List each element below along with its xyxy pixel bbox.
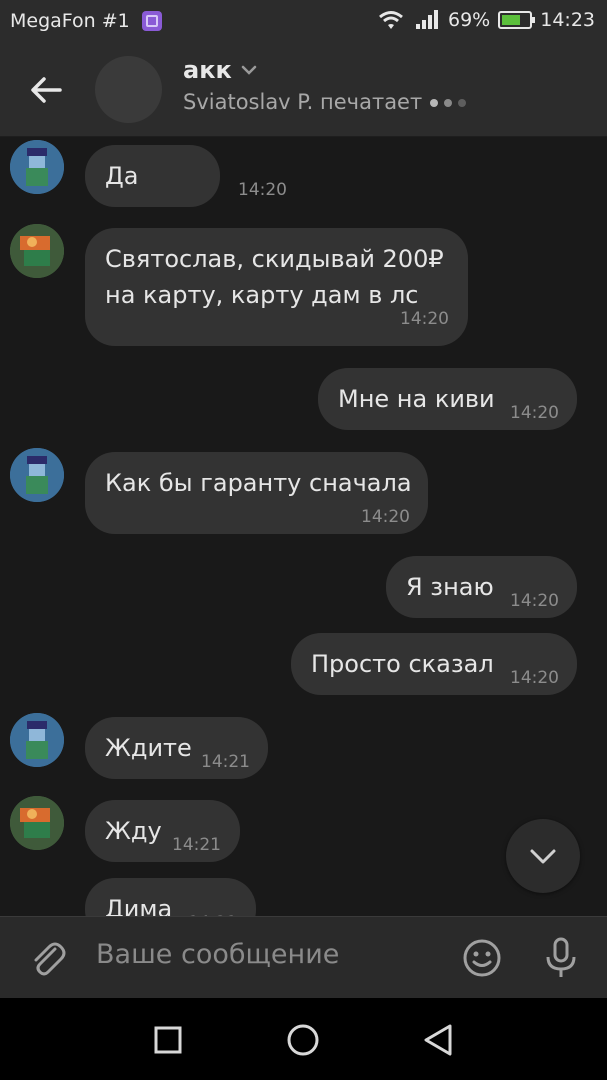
message-time: 14:20 bbox=[510, 591, 559, 611]
system-nav-bar bbox=[0, 998, 607, 1080]
message-text: Да bbox=[105, 162, 139, 190]
sender-avatar[interactable] bbox=[10, 140, 64, 194]
incoming-message[interactable]: Да 14:20 bbox=[85, 145, 287, 207]
square-icon bbox=[154, 1026, 182, 1054]
typing-indicator: Sviatoslav P. печатает bbox=[183, 90, 472, 114]
paperclip-icon bbox=[34, 942, 66, 976]
message-input[interactable]: Ваше сообщение bbox=[96, 939, 339, 970]
clock: 14:23 bbox=[540, 9, 595, 31]
status-left: MegaFon #1 bbox=[10, 10, 162, 32]
battery-percent: 69% bbox=[448, 9, 491, 31]
avatar-image-icon bbox=[10, 796, 64, 850]
battery-level bbox=[502, 15, 521, 25]
recents-button[interactable] bbox=[146, 1018, 190, 1062]
chevron-down-icon bbox=[241, 65, 257, 75]
message-time: 14:20 bbox=[361, 507, 410, 527]
voice-button[interactable] bbox=[540, 935, 582, 981]
avatar-image-icon bbox=[10, 713, 64, 767]
microphone-icon bbox=[546, 937, 576, 977]
message-text: Ждите bbox=[105, 734, 192, 762]
emoji-button[interactable] bbox=[461, 937, 503, 979]
incoming-message[interactable]: Святослав, скидывай 200₽ на карту, карту… bbox=[85, 228, 468, 346]
sender-avatar[interactable] bbox=[10, 713, 64, 767]
avatar-image-icon bbox=[10, 448, 64, 502]
sender-avatar[interactable] bbox=[10, 796, 64, 850]
sender-avatar[interactable] bbox=[10, 224, 64, 278]
attach-button[interactable] bbox=[27, 937, 69, 979]
incoming-message[interactable]: Жду 14:21 bbox=[85, 800, 240, 862]
message-text: Я знаю bbox=[406, 573, 494, 601]
message-time: 14:20 bbox=[238, 180, 287, 200]
message-text: Мне на киви bbox=[338, 385, 495, 413]
wifi-icon bbox=[379, 11, 403, 29]
circle-icon bbox=[287, 1024, 319, 1056]
incoming-message[interactable]: Как бы гаранту сначала 14:20 bbox=[85, 452, 428, 534]
chat-avatar[interactable] bbox=[95, 56, 162, 123]
typing-dots-icon bbox=[430, 90, 472, 114]
message-composer: Ваше сообщение bbox=[0, 916, 607, 998]
signal-icon bbox=[416, 10, 438, 29]
back-button[interactable] bbox=[22, 66, 70, 114]
message-time: 14:20 bbox=[510, 668, 559, 688]
smiley-icon bbox=[463, 939, 501, 977]
chevron-down-icon bbox=[530, 849, 556, 864]
scroll-down-button[interactable] bbox=[506, 819, 580, 893]
message-text: Святослав, скидывай 200₽ на карту, карту… bbox=[105, 245, 444, 309]
arrow-left-icon bbox=[31, 77, 62, 103]
message-text: Просто сказал bbox=[311, 650, 494, 678]
carrier-label: MegaFon #1 bbox=[10, 10, 130, 32]
chat-title: акк bbox=[183, 56, 232, 84]
status-right: 69% 14:23 bbox=[376, 9, 595, 31]
typing-text: Sviatoslav P. печатает bbox=[183, 90, 423, 114]
avatar-image-icon bbox=[10, 224, 64, 278]
sim-icon bbox=[141, 11, 162, 31]
incoming-message[interactable]: Дима14:21 bbox=[85, 878, 256, 916]
triangle-back-icon bbox=[424, 1024, 452, 1056]
message-list[interactable]: Да 14:20 Святослав, скидывай 200₽ на карту… bbox=[0, 137, 607, 916]
battery-icon bbox=[498, 11, 536, 29]
sender-avatar[interactable] bbox=[10, 448, 64, 502]
message-text: Жду bbox=[105, 817, 162, 845]
avatar-image-icon bbox=[10, 140, 64, 194]
chat-title-button[interactable]: акк bbox=[183, 56, 258, 84]
home-button[interactable] bbox=[281, 1018, 325, 1062]
outgoing-message[interactable]: Я знаю 14:20 bbox=[386, 556, 577, 618]
message-time: 14:21 bbox=[201, 752, 250, 772]
status-bar: MegaFon #1 69% 14:23 bbox=[0, 0, 607, 42]
message-time: 14:20 bbox=[510, 403, 559, 423]
nav-back-button[interactable] bbox=[416, 1018, 460, 1062]
message-text: Дима bbox=[105, 895, 173, 916]
incoming-message[interactable]: Ждите 14:21 bbox=[85, 717, 268, 779]
message-text: Как бы гаранту сначала bbox=[105, 469, 412, 497]
message-time: 14:20 bbox=[400, 309, 449, 329]
outgoing-message[interactable]: Просто сказал 14:20 bbox=[291, 633, 577, 695]
outgoing-message[interactable]: Мне на киви 14:20 bbox=[318, 368, 577, 430]
chat-header: акк Sviatoslav P. печатает bbox=[0, 42, 607, 137]
message-time: 14:21 bbox=[172, 835, 221, 855]
